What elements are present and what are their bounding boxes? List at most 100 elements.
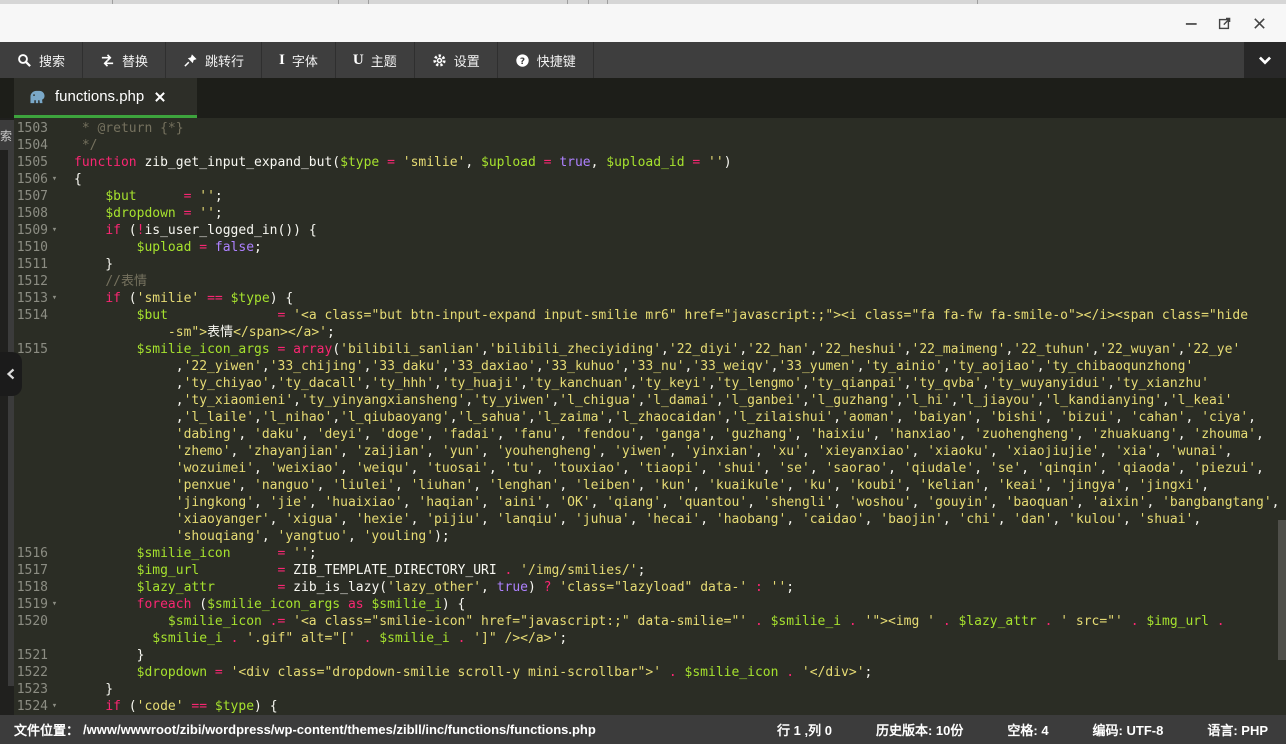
code-text: 'dabing', 'daku', 'deyi', 'doge', 'fadai…: [61, 426, 1264, 443]
toolbar-label-search: 搜索: [39, 51, 65, 70]
toolbar-button-replace[interactable]: 替换: [83, 42, 166, 78]
code-line: 1513▾ if ('smilie' == $type) {: [14, 290, 1286, 307]
code-line: 1519▾ foreach ($smilie_icon_args as $smi…: [14, 596, 1286, 613]
toolbar-button-shortcuts[interactable]: ? 快捷键: [498, 42, 594, 78]
fold-gutter: [48, 477, 61, 494]
fold-gutter: [48, 239, 61, 256]
line-number: [14, 630, 48, 647]
close-button[interactable]: [1242, 8, 1276, 38]
fold-gutter: [48, 324, 61, 341]
code-text: $but = '';: [61, 188, 223, 205]
fold-gutter: [48, 511, 61, 528]
fold-arrow-icon[interactable]: ▾: [48, 290, 61, 307]
language-setting[interactable]: 语言: PHP: [1207, 720, 1268, 739]
fold-arrow-icon[interactable]: ▾: [48, 222, 61, 239]
code-line: 1506▾{: [14, 171, 1286, 188]
line-number: 1510: [14, 239, 48, 256]
window-controls: [1174, 4, 1276, 42]
code-text: function zib_get_input_expand_but($type …: [61, 154, 732, 171]
history-versions[interactable]: 历史版本: 10份: [876, 720, 963, 739]
search-panel-collapsed-tab[interactable]: 索: [0, 120, 14, 150]
line-number: 1503: [14, 120, 48, 137]
fold-gutter: [48, 205, 61, 222]
chevron-down-icon: [1256, 51, 1274, 69]
maximize-icon: [1217, 15, 1233, 31]
left-panel-strip: [0, 118, 14, 715]
code-line: -sm">表情</span></a>';: [14, 324, 1286, 341]
line-number: 1519: [14, 596, 48, 613]
code-text: }: [61, 256, 113, 273]
code-text: if (!is_user_logged_in()) {: [61, 222, 317, 239]
line-number: [14, 511, 48, 528]
code-text: $smilie_icon .= '<a class="smilie-icon" …: [61, 613, 1225, 630]
encoding-setting[interactable]: 编码: UTF-8: [1093, 720, 1164, 739]
fold-gutter: [48, 120, 61, 137]
line-number: 1508: [14, 205, 48, 222]
fold-gutter: [48, 528, 61, 545]
line-number: [14, 409, 48, 426]
toolbar-button-goto-line[interactable]: 跳转行: [166, 42, 262, 78]
code-line: 1521 }: [14, 647, 1286, 664]
tab-functions-php[interactable]: functions.php: [14, 78, 197, 118]
code-line: ,'l_laile','l_nihao','l_qiubaoyang','l_s…: [14, 409, 1286, 426]
panel-collapse-handle[interactable]: [0, 352, 22, 396]
right-scrollbar-thumb[interactable]: [1278, 520, 1286, 660]
fold-gutter: [48, 460, 61, 477]
line-number: 1524: [14, 698, 48, 715]
php-elephant-icon: [28, 89, 47, 104]
code-text: {: [61, 171, 82, 188]
toolbar-button-font[interactable]: I 字体: [262, 42, 336, 78]
code-text: -sm">表情</span></a>';: [61, 324, 335, 341]
code-text: 'wozuimei', 'weixiao', 'weiqu', 'tuosai'…: [61, 460, 1264, 477]
code-text: ,'ty_xiaomieni','ty_yinyangxiansheng','t…: [61, 392, 1232, 409]
toolbar-label-replace: 替换: [122, 51, 148, 70]
code-text: $dropdown = '';: [61, 205, 223, 222]
code-text: $smilie_icon_args = array('bilibili_sanl…: [61, 341, 1240, 358]
toolbar-button-settings[interactable]: 设置: [415, 42, 498, 78]
search-icon: [17, 53, 32, 68]
line-number: 1523: [14, 681, 48, 698]
code-line: 1511 }: [14, 256, 1286, 273]
minimize-icon: [1184, 16, 1199, 31]
code-line: 1510 $upload = false;: [14, 239, 1286, 256]
code-text: 'penxue', 'nanguo', 'liulei', 'liuhan', …: [61, 477, 1209, 494]
code-lines-container: 1503 * @return {*}1504 */1505function zi…: [14, 120, 1286, 715]
fold-gutter: [48, 409, 61, 426]
toolbar-label-font: 字体: [292, 51, 318, 70]
line-number: [14, 460, 48, 477]
fold-gutter: [48, 494, 61, 511]
fold-gutter: [48, 664, 61, 681]
minimize-button[interactable]: [1174, 8, 1208, 38]
spaces-setting[interactable]: 空格: 4: [1007, 720, 1048, 739]
code-line: 'xiaoyanger', 'xigua', 'hexie', 'pijiu',…: [14, 511, 1286, 528]
toolbar-label-settings: 设置: [454, 51, 480, 70]
fold-gutter: [48, 137, 61, 154]
code-line: 1522 $dropdown = '<div class="dropdown-s…: [14, 664, 1286, 681]
code-text: $upload = false;: [61, 239, 262, 256]
code-line: 1523 }: [14, 681, 1286, 698]
toolbar-button-theme[interactable]: U 主题: [336, 42, 415, 78]
code-text: $dropdown = '<div class="dropdown-smilie…: [61, 664, 872, 681]
fold-arrow-icon[interactable]: ▾: [48, 698, 61, 715]
code-line: 'shouqiang', 'yangtuo', 'youling');: [14, 528, 1286, 545]
code-text: $smilie_icon = '';: [61, 545, 317, 562]
fold-gutter: [48, 273, 61, 290]
fold-gutter: [48, 562, 61, 579]
line-number: 1506: [14, 171, 48, 188]
line-number: 1514: [14, 307, 48, 324]
code-line: 'jingkong', 'jie', 'huaixiao', 'haqian',…: [14, 494, 1286, 511]
fold-gutter: [48, 443, 61, 460]
toolbar-button-search[interactable]: 搜索: [0, 42, 83, 78]
code-line: 1507 $but = '';: [14, 188, 1286, 205]
tab-close-icon[interactable]: [154, 91, 166, 103]
code-text: foreach ($smilie_icon_args as $smilie_i)…: [61, 596, 465, 613]
code-line: 1524▾ if ('code' == $type) {: [14, 698, 1286, 715]
code-text: ,'ty_chiyao','ty_dacall','ty_hhh','ty_hu…: [61, 375, 1209, 392]
code-editor[interactable]: 索 1503 * @return {*}1504 */1505function …: [0, 118, 1286, 715]
toolbar-overflow-button[interactable]: [1244, 42, 1286, 78]
line-number: [14, 494, 48, 511]
maximize-button[interactable]: [1208, 8, 1242, 38]
fold-arrow-icon[interactable]: ▾: [48, 596, 61, 613]
code-text: $smilie_i . '.gif" alt="[' . $smilie_i .…: [61, 630, 567, 647]
fold-arrow-icon[interactable]: ▾: [48, 171, 61, 188]
